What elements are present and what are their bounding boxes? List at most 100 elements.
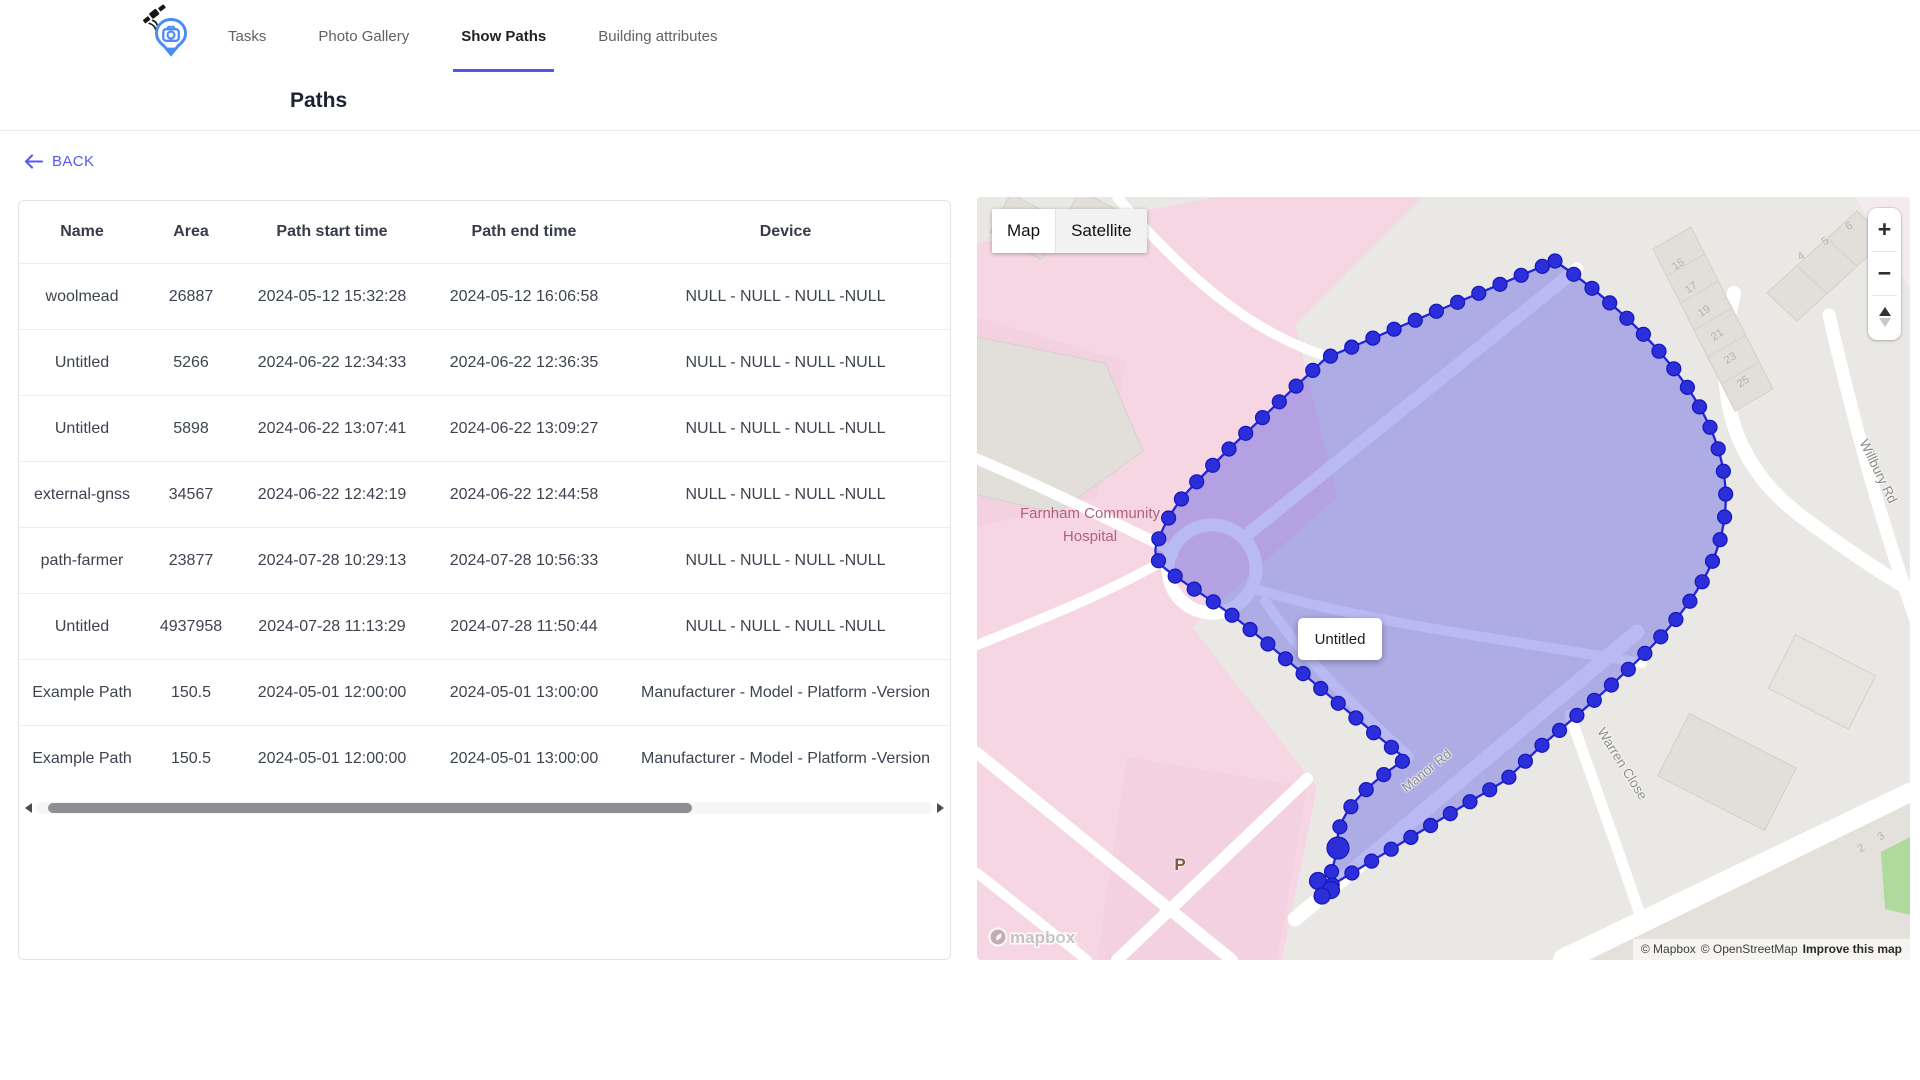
path-vertex-dot[interactable]	[1190, 475, 1204, 489]
path-vertex-dot[interactable]	[1553, 723, 1567, 737]
path-vertex-dot[interactable]	[1206, 458, 1220, 472]
path-vertex-dot[interactable]	[1206, 595, 1220, 609]
path-vertex-dot[interactable]	[1366, 331, 1380, 345]
path-vertex-dot[interactable]	[1716, 464, 1730, 478]
map-canvas[interactable]: 15171921232545623	[977, 197, 1910, 960]
path-vertex-dot[interactable]	[1256, 411, 1270, 425]
path-vertex-dot[interactable]	[1424, 819, 1438, 833]
path-vertex-dot[interactable]	[1325, 865, 1339, 879]
path-vertex-dot[interactable]	[1567, 267, 1581, 281]
table-row[interactable]: woolmead268872024-05-12 15:32:282024-05-…	[19, 263, 950, 329]
path-vertex-dot[interactable]	[1683, 594, 1697, 608]
path-vertex-dot[interactable]	[1570, 708, 1584, 722]
path-vertex-dot[interactable]	[1331, 696, 1345, 710]
zoom-in-button[interactable]: +	[1868, 208, 1901, 251]
path-vertex-dot[interactable]	[1279, 652, 1293, 666]
app-logo[interactable]	[140, 4, 202, 66]
path-vertex-dot[interactable]	[1621, 662, 1635, 676]
path-vertex-dot[interactable]	[1654, 630, 1668, 644]
path-vertex-dot[interactable]	[1243, 623, 1257, 637]
path-vertex-dot[interactable]	[1652, 344, 1666, 358]
scrollbar-track[interactable]	[36, 802, 933, 814]
path-vertex-dot[interactable]	[1719, 487, 1733, 501]
path-vertex-dot[interactable]	[1463, 795, 1477, 809]
path-vertex-dot[interactable]	[1535, 738, 1549, 752]
satellite-style-button[interactable]: Satellite	[1055, 209, 1146, 253]
path-vertex-dot[interactable]	[1367, 726, 1381, 740]
path-vertex-dot[interactable]	[1693, 400, 1707, 414]
path-vertex-dot[interactable]	[1314, 682, 1328, 696]
path-vertex-dot[interactable]	[1535, 259, 1549, 273]
scroll-left-arrow[interactable]	[25, 803, 32, 813]
path-vertex-dot[interactable]	[1296, 667, 1310, 681]
path-vertex-dot[interactable]	[1239, 426, 1253, 440]
path-vertex-dot[interactable]	[1333, 820, 1347, 834]
path-vertex-dot[interactable]	[1604, 678, 1618, 692]
zoom-out-button[interactable]: −	[1868, 252, 1901, 295]
path-vertex-dot[interactable]	[1585, 281, 1599, 295]
scroll-right-arrow[interactable]	[937, 803, 944, 813]
path-vertex-dot[interactable]	[1695, 575, 1709, 589]
path-vertex-dot[interactable]	[1359, 783, 1373, 797]
path-vertex-dot[interactable]	[1345, 866, 1359, 880]
path-vertex-dot[interactable]	[1548, 254, 1562, 268]
path-vertex-dot[interactable]	[1680, 380, 1694, 394]
osm-attribution-link[interactable]: © OpenStreetMap	[1701, 942, 1798, 956]
path-vertex-dot[interactable]	[1187, 582, 1201, 596]
table-row[interactable]: Untitled58982024-06-22 13:07:412024-06-2…	[19, 395, 950, 461]
path-vertex-dot[interactable]	[1429, 304, 1443, 318]
mapbox-logo[interactable]: mapbox	[987, 925, 1083, 954]
path-vertex-dot[interactable]	[1502, 770, 1516, 784]
path-vertex-dot[interactable]	[1404, 830, 1418, 844]
path-vertex-dot[interactable]	[1387, 322, 1401, 336]
path-vertex-dot[interactable]	[1344, 800, 1358, 814]
path-vertex-dot[interactable]	[1620, 311, 1634, 325]
path-vertex-dot[interactable]	[1514, 268, 1528, 282]
path-vertex-dot[interactable]	[1636, 327, 1650, 341]
path-vertex-dot[interactable]	[1706, 554, 1720, 568]
path-vertex-dot[interactable]	[1669, 613, 1683, 627]
path-vertex-dot[interactable]	[1225, 608, 1239, 622]
table-row[interactable]: Untitled52662024-06-22 12:34:332024-06-2…	[19, 329, 950, 395]
path-vertex-dot[interactable]	[1472, 286, 1486, 300]
path-vertex-dot[interactable]	[1638, 646, 1652, 660]
path-vertex-dot[interactable]	[1222, 442, 1236, 456]
table-row[interactable]: Untitled49379582024-07-28 11:13:292024-0…	[19, 593, 950, 659]
path-vertex-dot[interactable]	[1327, 837, 1349, 859]
horizontal-scrollbar[interactable]	[25, 801, 944, 815]
path-vertex-dot[interactable]	[1493, 277, 1507, 291]
map-style-button[interactable]: Map	[992, 209, 1055, 253]
map-container[interactable]: 15171921232545623 Farnham Community Hosp…	[977, 197, 1910, 960]
path-vertex-dot[interactable]	[1408, 313, 1422, 327]
path-vertex-dot[interactable]	[1713, 533, 1727, 547]
path-vertex-dot[interactable]	[1345, 340, 1359, 354]
tab-photo-gallery[interactable]: Photo Gallery	[318, 0, 409, 72]
table-row[interactable]: Example Path150.52024-05-01 12:00:002024…	[19, 725, 950, 791]
table-row[interactable]: external-gnss345672024-06-22 12:42:19202…	[19, 461, 950, 527]
path-vertex-dot[interactable]	[1168, 569, 1182, 583]
path-vertex-dot[interactable]	[1272, 395, 1286, 409]
path-vertex-dot[interactable]	[1384, 740, 1398, 754]
path-vertex-dot[interactable]	[1518, 754, 1532, 768]
path-vertex-dot[interactable]	[1324, 349, 1338, 363]
path-vertex-dot[interactable]	[1667, 362, 1681, 376]
tab-tasks[interactable]: Tasks	[228, 0, 266, 72]
path-vertex-dot[interactable]	[1711, 442, 1725, 456]
tab-building-attributes[interactable]: Building attributes	[598, 0, 717, 72]
mapbox-attribution-link[interactable]: © Mapbox	[1641, 942, 1696, 956]
path-vertex-dot[interactable]	[1314, 888, 1330, 904]
path-vertex-dot[interactable]	[1306, 363, 1320, 377]
path-vertex-dot[interactable]	[1377, 768, 1391, 782]
table-row[interactable]: Example Path150.52024-05-01 12:00:002024…	[19, 659, 950, 725]
path-vertex-dot[interactable]	[1451, 295, 1465, 309]
table-row[interactable]: path-farmer238772024-07-28 10:29:132024-…	[19, 527, 950, 593]
scrollbar-thumb[interactable]	[48, 803, 692, 813]
path-vertex-dot[interactable]	[1718, 510, 1732, 524]
tab-show-paths[interactable]: Show Paths	[461, 0, 546, 72]
path-vertex-dot[interactable]	[1152, 554, 1166, 568]
path-vertex-dot[interactable]	[1483, 783, 1497, 797]
back-button[interactable]: BACK	[24, 153, 94, 170]
path-vertex-dot[interactable]	[1384, 842, 1398, 856]
path-vertex-dot[interactable]	[1395, 754, 1409, 768]
path-vertex-dot[interactable]	[1443, 807, 1457, 821]
